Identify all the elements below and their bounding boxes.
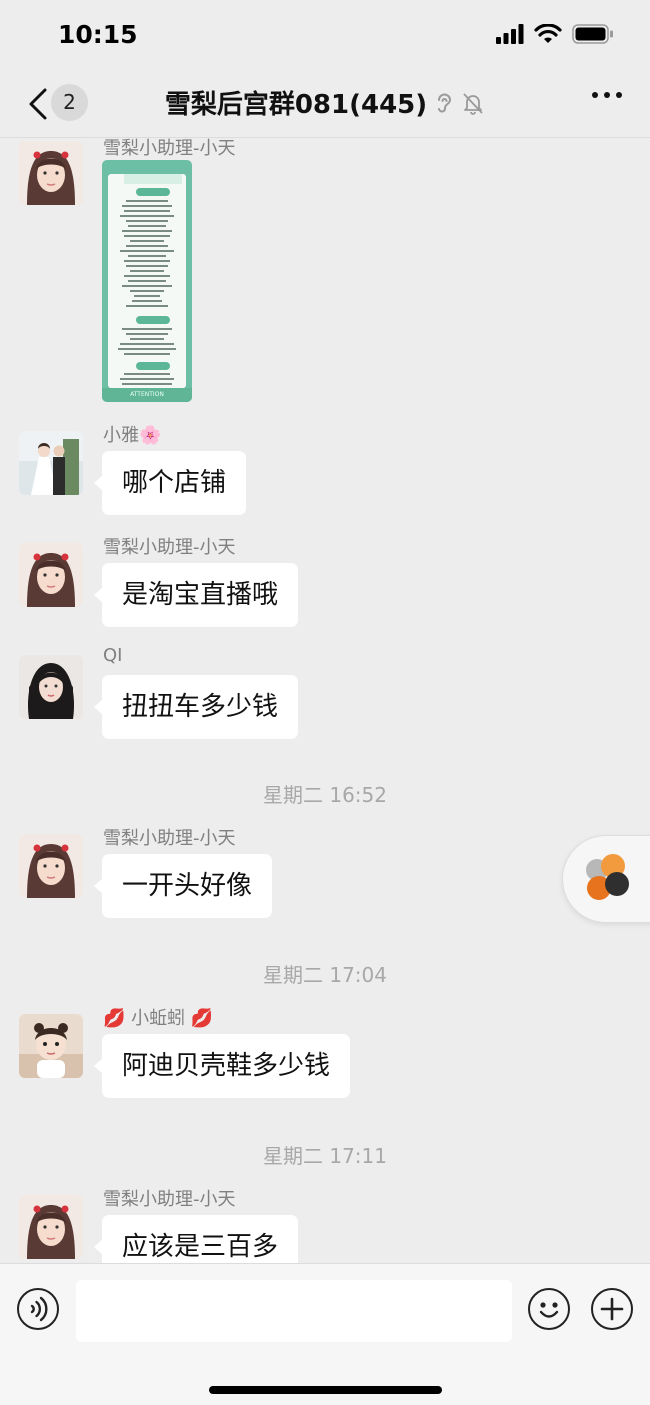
poster-text-line	[132, 300, 162, 302]
voice-button[interactable]	[17, 1288, 59, 1330]
timestamp: 星期二 17:11	[263, 1144, 387, 1168]
message-input[interactable]	[76, 1280, 512, 1342]
bell-off-icon	[463, 92, 483, 115]
ear-icon	[438, 93, 452, 113]
poster-footer: ATTENTION	[102, 388, 192, 402]
chat-header: 2 雪梨后宫群081(445)	[0, 70, 650, 138]
more-dot	[604, 92, 610, 98]
avatar[interactable]	[19, 543, 83, 607]
more-functions-button[interactable]	[591, 1288, 633, 1330]
timestamp: 星期二 17:04	[263, 963, 387, 987]
message-bubble[interactable]: 哪个店铺	[93, 451, 247, 515]
wifi-icon	[534, 24, 562, 43]
timestamp: 星期二 16:52	[263, 783, 387, 807]
poster-text-line	[130, 270, 164, 272]
plus-icon	[600, 1297, 624, 1321]
app-logo-icon	[586, 854, 629, 900]
poster-text-line	[128, 280, 166, 282]
poster-text-line	[126, 333, 168, 335]
message-bubble[interactable]: 一开头好像	[93, 854, 273, 918]
poster-text-line	[120, 343, 174, 345]
poster-text-line	[124, 210, 170, 212]
poster-text-line	[134, 295, 160, 297]
avatar[interactable]	[19, 431, 83, 495]
more-button[interactable]	[592, 92, 622, 98]
avatar[interactable]	[19, 141, 83, 205]
poster-text-line	[122, 328, 172, 330]
more-dot	[616, 92, 622, 98]
sender-name: 雪梨小助理-小天	[103, 138, 236, 159]
avatar[interactable]	[19, 834, 83, 898]
sender-name: QI	[103, 645, 123, 666]
poster-text-line	[128, 255, 166, 257]
input-bar	[0, 1263, 650, 1405]
sender-name: 💋 小蚯蚓 💋	[103, 1008, 214, 1029]
message-bubble[interactable]: 扭扭车多少钱	[93, 675, 299, 739]
poster-text-line	[124, 373, 170, 375]
poster-text-line	[130, 338, 164, 340]
poster-text-line	[128, 225, 166, 227]
message-list[interactable]: 雪梨小助理-小天 ATTENTION 小雅🌸 哪个店铺 雪梨小助理-小天 是淘宝…	[0, 138, 650, 1263]
title-wrap: 雪梨后宫群081(445)	[0, 84, 650, 121]
poster-body	[108, 174, 186, 388]
poster-text-line	[122, 285, 172, 287]
poster-text-line	[124, 235, 170, 237]
status-bar: 10:15	[0, 0, 650, 70]
sender-name: 雪梨小助理-小天	[103, 828, 236, 849]
poster-header	[124, 174, 182, 184]
poster-text-line	[126, 265, 168, 267]
poster-text-line	[118, 348, 176, 350]
chat-title[interactable]: 雪梨后宫群081(445)	[165, 84, 427, 121]
poster-text-line	[126, 245, 168, 247]
poster-text-line	[122, 383, 172, 385]
poster-text-line	[124, 260, 170, 262]
floating-app-button[interactable]	[562, 835, 650, 923]
cellular-signal-icon	[496, 24, 524, 44]
poster-text-line	[120, 378, 174, 380]
voice-icon	[30, 1296, 48, 1322]
poster-text-line	[130, 290, 164, 292]
poster-text-line	[122, 205, 172, 207]
poster-text-line	[126, 220, 168, 222]
message-bubble[interactable]: 是淘宝直播哦	[93, 563, 299, 627]
sender-name: 雪梨小助理-小天	[103, 537, 236, 558]
emoji-button[interactable]	[528, 1288, 570, 1330]
poster-text-line	[120, 215, 174, 217]
poster-text-line	[126, 200, 168, 202]
sender-name: 小雅🌸	[103, 425, 162, 446]
poster-text-line	[124, 353, 170, 355]
avatar[interactable]	[19, 1014, 83, 1078]
poster-text-line	[120, 250, 174, 252]
status-time: 10:15	[58, 20, 138, 49]
message-bubble[interactable]: 应该是三百多	[93, 1215, 299, 1263]
poster-tag	[136, 362, 170, 370]
avatar[interactable]	[19, 1195, 83, 1259]
emoji-icon	[539, 1302, 559, 1318]
poster-text-line	[122, 230, 172, 232]
sender-name: 雪梨小助理-小天	[103, 1189, 236, 1210]
battery-icon	[572, 24, 613, 44]
poster-tag	[136, 188, 170, 196]
poster-text-line	[124, 275, 170, 277]
home-indicator[interactable]	[209, 1386, 442, 1394]
status-icons	[496, 24, 614, 44]
message-bubble[interactable]: 阿迪贝壳鞋多少钱	[93, 1034, 351, 1098]
avatar[interactable]	[19, 655, 83, 719]
more-dot	[592, 92, 598, 98]
poster-text-line	[126, 305, 168, 307]
poster-text-line	[130, 240, 164, 242]
image-message[interactable]: ATTENTION	[102, 160, 192, 402]
poster-tag	[136, 316, 170, 324]
